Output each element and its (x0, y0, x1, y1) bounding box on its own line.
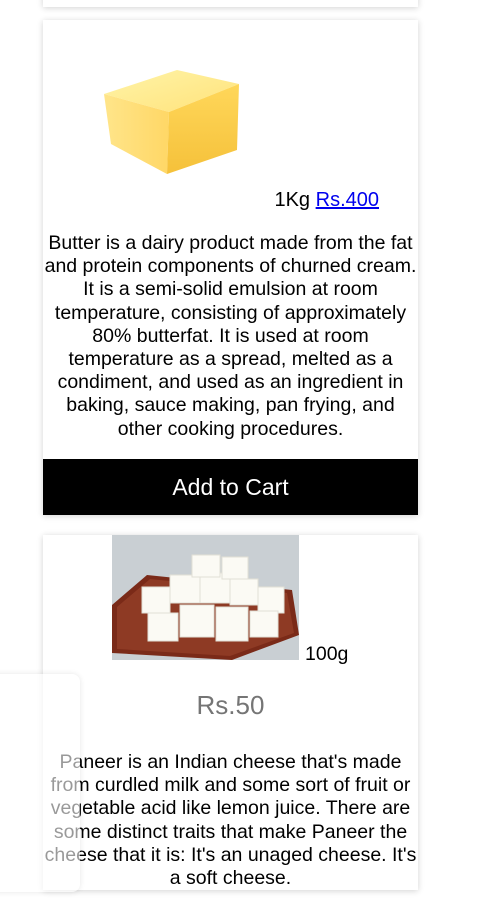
butter-price-link[interactable]: Rs.400 (316, 189, 379, 211)
paneer-quantity: 100g (305, 643, 349, 665)
paneer-image (112, 535, 299, 660)
product-card-butter: 1Kg Rs.400 Butter is a dairy product mad… (43, 20, 418, 515)
butter-image (104, 70, 239, 174)
butter-description: Butter is a dairy product made from the … (44, 232, 417, 440)
add-to-cart-button[interactable]: Add to Cart (43, 459, 418, 515)
side-overlay-panel (0, 674, 80, 892)
previous-product-card (43, 0, 418, 7)
butter-price-line: 1Kg Rs.400 (43, 189, 379, 212)
paneer-description: Paneer is an Indian cheese that's made f… (44, 751, 417, 890)
butter-quantity: 1Kg (274, 189, 311, 211)
paneer-price: Rs.50 (196, 690, 265, 720)
product-card-paneer: 100g Rs.50 Paneer is an Indian cheese th… (43, 535, 418, 890)
